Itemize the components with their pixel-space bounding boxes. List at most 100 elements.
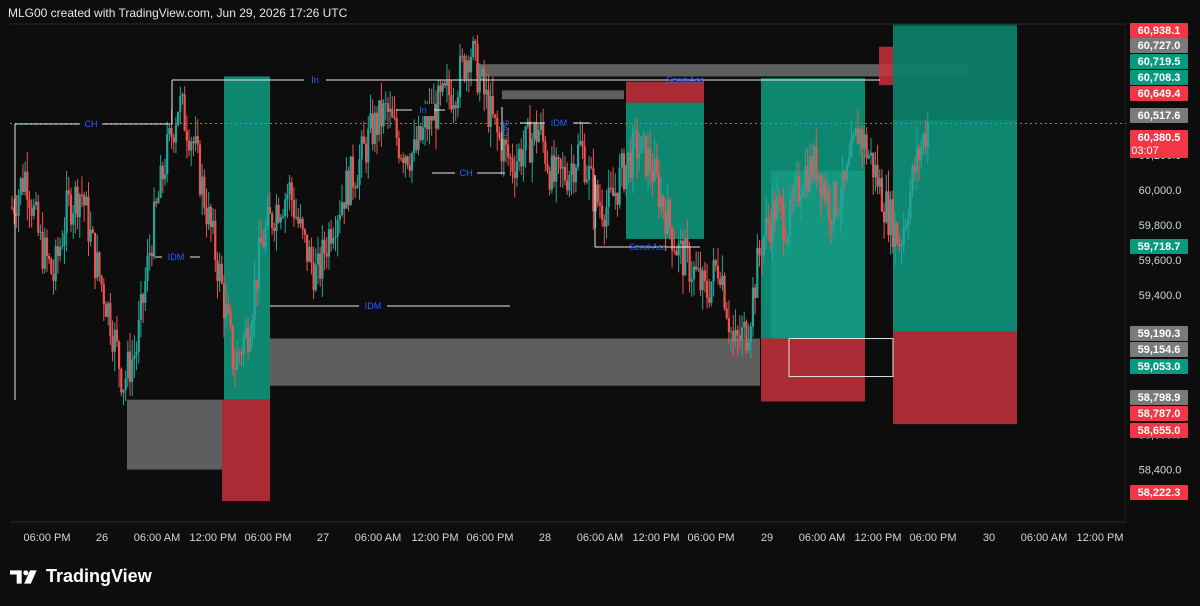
bull-candle [533,123,536,140]
bear-candle [67,190,70,195]
bull-candle [712,260,715,282]
bear-candle [323,239,326,254]
bear-candle [887,191,890,236]
bear-candle [467,60,470,73]
bull-candle [660,195,663,208]
bull-candle [139,294,143,320]
bull-candle [78,194,81,218]
bull-candle [253,279,256,320]
bear-candle [806,165,809,192]
time-tick-label: 28 [539,532,551,544]
bear-candle [896,222,899,244]
bear-candle [880,178,884,212]
bear-candle [297,216,300,224]
bull-candle [74,186,77,214]
bull-candle [174,125,178,143]
bull-candle [85,196,88,206]
time-tick-label: 27 [317,532,329,544]
bear-candle [546,163,549,171]
bear-candle [319,253,322,279]
bull-candle [607,187,610,208]
bull-candle [177,112,180,126]
bear-candle [865,134,868,159]
bull-candle [478,76,481,93]
bear-candle [395,118,398,139]
bear-candle [408,165,411,171]
bear-candle [161,165,164,180]
bear-candle [93,232,97,278]
price-tag-label: 60,380.5 [1138,132,1181,144]
bull-candle [489,96,492,127]
bull-candle [349,156,352,206]
bear-candle [100,275,103,285]
bear-candle [563,167,567,181]
bull-candle [922,133,925,148]
bull-candle [358,159,361,186]
bear-candle [723,275,726,309]
bull-candle [614,192,617,196]
bull-candle [740,327,744,341]
bull-candle [902,227,905,246]
time-tick-label: 12:00 PM [1076,532,1123,544]
bear-candle [719,278,722,285]
bull-candle [43,237,46,269]
bull-candle [367,128,370,163]
price-chart[interactable]: CH IDM In In CH IDM IDM FVG Send Ass Send Ass 58,… [0,0,1200,560]
bull-candle [550,155,553,190]
bull-candle [96,252,99,278]
bull-candle [378,100,381,135]
bear-candle [209,206,212,227]
bear-candle [708,297,711,303]
bull-candle [207,206,210,225]
bear-candle [231,325,234,369]
price-tag-label: 58,798.9 [1138,392,1181,404]
price-tick-label: 59,400.0 [1139,290,1182,302]
time-tick-label: 06:00 AM [799,532,845,544]
bull-candle [417,126,420,151]
bear-candle [843,170,846,181]
time-tick-label: 29 [761,532,773,544]
bull-candle [854,128,857,136]
bull-candle [131,359,134,382]
bull-candle [795,176,798,186]
bear-candle [170,127,173,138]
bear-candle [758,247,761,255]
bull-candle [799,197,803,203]
bear-candle [784,239,787,242]
bear-candle [778,197,781,199]
bull-candle [421,127,425,140]
bear-candle [330,229,333,244]
bear-candle [461,55,464,57]
bull-candle [889,199,892,236]
bear-candle [924,133,927,148]
bull-candle [646,148,650,177]
bear-candle [415,139,418,151]
bear-candle [290,182,293,201]
tradingview-logo[interactable]: TradingView [10,566,152,587]
price-tick-label: 60,000.0 [1139,185,1182,197]
bull-candle [858,129,862,144]
bear-candle [487,89,490,127]
bear-candle [703,270,706,282]
bull-candle [113,329,116,352]
bull-candle [642,135,645,137]
bull-candle [848,157,851,166]
annotation-label: Send Ass [666,75,705,85]
bear-candle [15,213,18,216]
bear-candle [861,129,864,149]
bull-candle [762,236,765,256]
bull-candle [133,355,136,360]
bear-candle [312,262,315,291]
bull-candle [279,217,282,223]
bull-candle [181,94,184,97]
bear-candle [662,195,665,212]
bull-candle [570,163,573,175]
bear-candle [104,304,108,317]
bull-candle [900,245,903,247]
bull-candle [389,108,392,112]
bear-candle [30,207,33,216]
bear-candle [668,200,671,228]
bull-candle [531,139,534,163]
bull-candle [126,351,129,379]
bull-candle [909,190,912,220]
